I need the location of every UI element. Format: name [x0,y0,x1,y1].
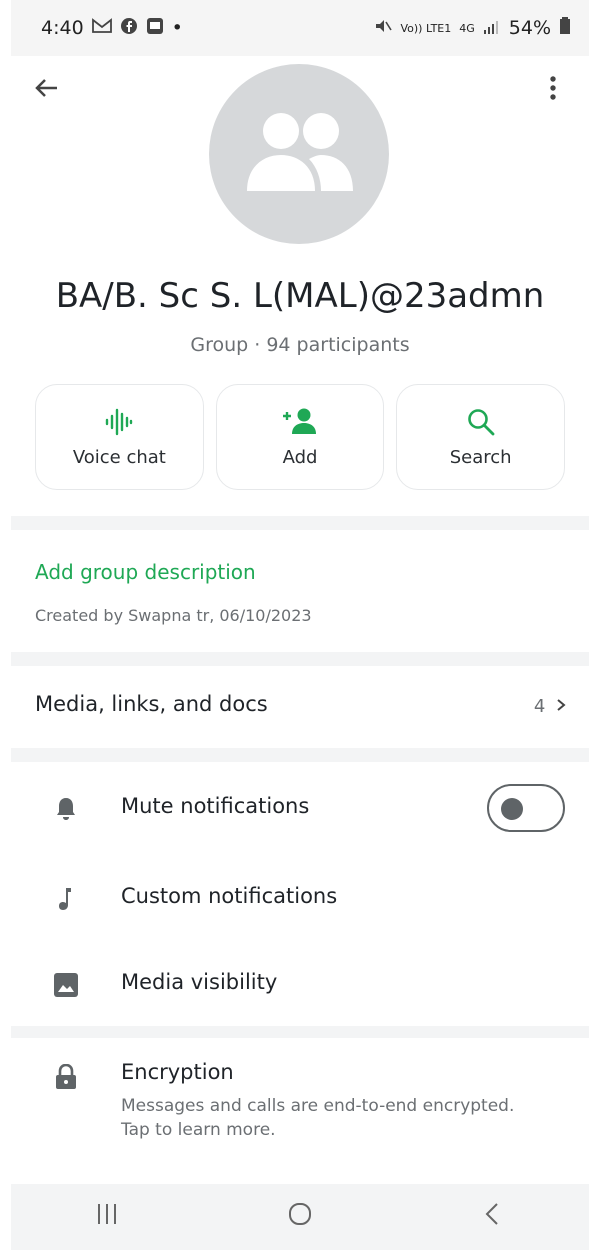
media-visibility-row[interactable]: Media visibility [11,950,589,1020]
group-info-screen: 4:40 • Vo)) LTE1 4G 54% BA/B. Sc S. L(MA… [11,0,589,1250]
section-divider [11,1026,589,1038]
section-divider [11,652,589,666]
back-arrow-icon[interactable] [33,74,61,110]
toggle-knob [501,798,523,820]
add-group-description-link[interactable]: Add group description [35,560,256,584]
voice-chat-button[interactable]: Voice chat [35,384,204,490]
recent-apps-icon[interactable] [67,1200,147,1235]
add-label: Add [282,446,318,468]
mute-notifications-toggle[interactable] [487,784,565,832]
more-options-icon[interactable] [539,74,567,110]
created-info: Created by Swapna tr, 06/10/2023 [35,606,312,625]
voice-chat-label: Voice chat [72,446,166,468]
group-subtitle: Group · 94 participants [190,334,410,356]
status-bar: 4:40 • Vo)) LTE1 4G 54% [11,0,589,56]
status-time: 4:40 [41,17,84,39]
bell-icon [53,796,79,822]
waveform-icon [106,408,133,435]
media-visibility-label: Media visibility [121,970,278,994]
network-label: 4G [459,21,475,35]
media-links-docs[interactable]: Media, links, and docs [35,692,268,716]
status-left: 4:40 • [41,17,183,40]
mute-status-icon [374,17,393,39]
add-button[interactable]: Add [215,384,385,490]
nav-back-icon[interactable] [453,1200,533,1235]
group-name: BA/B. Sc S. L(MAL)@23admn [55,276,545,316]
section-divider [11,516,589,530]
group-avatar[interactable] [209,64,389,244]
lock-icon [53,1063,79,1090]
system-navigation-bar [11,1184,589,1250]
gmail-icon [91,17,112,39]
music-note-icon [53,886,79,912]
chevron-right-icon [555,696,567,717]
facebook-icon [120,17,138,40]
dot-icon: • [171,17,183,39]
search-label: Search [449,446,512,468]
mute-notifications-label: Mute notifications [121,794,310,818]
encryption-title: Encryption [121,1060,234,1084]
action-buttons: Voice chat Add Search [35,384,566,490]
encryption-description: Messages and calls are end-to-end encryp… [121,1096,515,1140]
home-icon[interactable] [260,1200,340,1235]
add-person-icon [283,408,316,434]
custom-notifications-label: Custom notifications [121,884,338,908]
battery-text: 54% [508,17,551,39]
media-count-value: 4 [533,696,546,717]
media-count[interactable]: 4 [534,696,567,717]
section-divider [11,748,589,762]
search-icon [467,408,495,435]
search-button[interactable]: Search [396,384,566,490]
signal-icon [483,17,501,39]
group-icon [247,113,353,191]
battery-icon [559,16,571,40]
volte-label: Vo)) LTE1 [400,21,452,35]
photo-notification-icon [146,17,164,40]
status-right: Vo)) LTE1 4G 54% [374,16,571,40]
image-icon [53,972,79,998]
custom-notifications-row[interactable]: Custom notifications [11,864,589,934]
